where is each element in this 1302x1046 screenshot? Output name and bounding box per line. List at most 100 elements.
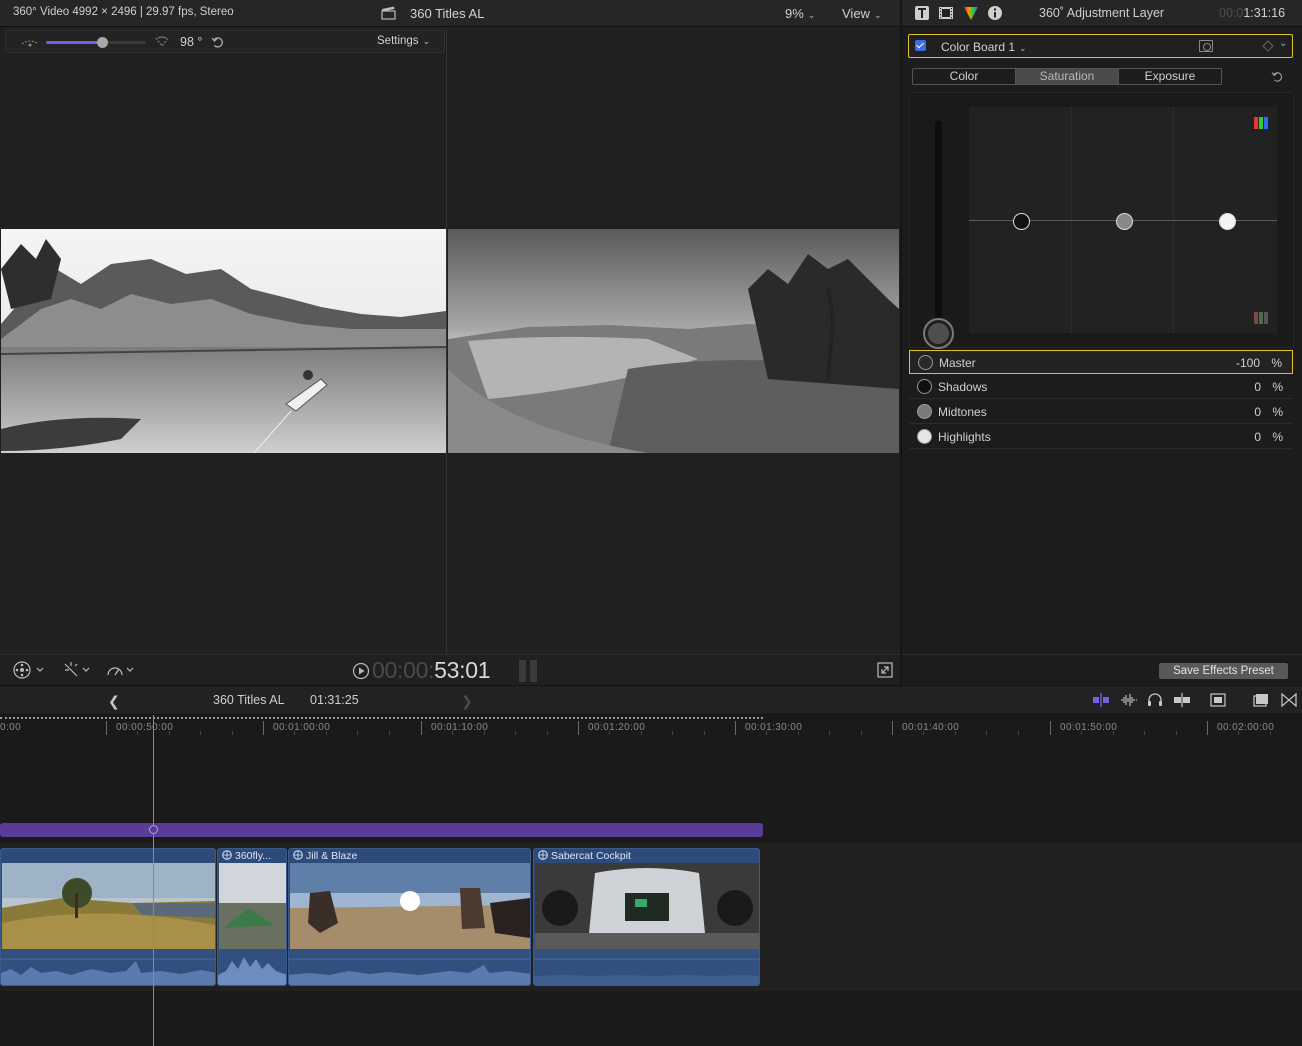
- fov-slider[interactable]: [46, 37, 146, 48]
- ruler-label: 00:02:00:00: [1217, 722, 1275, 733]
- clip-audio-waveform: [1, 949, 215, 985]
- tab-saturation[interactable]: Saturation: [1016, 69, 1119, 84]
- audio-skimming-icon[interactable]: [1120, 692, 1138, 708]
- playhead[interactable]: [153, 715, 154, 1046]
- param-row-shadows[interactable]: Shadows 0 %: [909, 375, 1293, 399]
- param-value[interactable]: -100: [1236, 356, 1260, 370]
- global-master-puck[interactable]: [923, 318, 954, 349]
- render-indicator: [0, 717, 763, 719]
- timeline-clip[interactable]: [0, 848, 216, 986]
- inspector-duration: 00:01:31:16: [1219, 6, 1285, 20]
- skimming-icon[interactable]: [1092, 692, 1110, 708]
- global-saturation-track[interactable]: [935, 121, 942, 336]
- ruler-minor-tick: [388, 731, 390, 735]
- clip-filmstrip-image: [219, 863, 286, 949]
- param-label: Shadows: [938, 380, 988, 394]
- param-row-highlights[interactable]: Highlights 0 %: [909, 425, 1293, 449]
- ruler-major-tick: [578, 721, 579, 735]
- clip-audio-waveform: [218, 949, 286, 985]
- view-options-icon[interactable]: [12, 661, 46, 679]
- timeline-clip[interactable]: 360fly...: [217, 848, 287, 986]
- clip-name: Sabercat Cockpit: [551, 850, 631, 862]
- color-board-grid[interactable]: [969, 107, 1277, 333]
- color-board-effect-header[interactable]: Color Board 1 ⌄ ⌄: [908, 34, 1293, 58]
- info-icon[interactable]: [987, 5, 1003, 21]
- ruler-label: 00:00:50:00: [116, 722, 174, 733]
- ruler-minor-tick: [672, 731, 674, 735]
- waveform-icon: [1, 958, 215, 985]
- retime-speed-icon[interactable]: [106, 661, 136, 679]
- zoom-menu[interactable]: 9% ⌄: [785, 6, 815, 21]
- fov-slider-knob[interactable]: [97, 37, 108, 48]
- param-value[interactable]: 0: [1254, 405, 1261, 419]
- 360-viewer-frame[interactable]: [1, 229, 446, 453]
- timeline-clip[interactable]: Sabercat Cockpit: [533, 848, 760, 986]
- midtones-swatch: [917, 404, 932, 419]
- solo-headphones-icon[interactable]: [1146, 692, 1164, 708]
- chevron-down-icon: ⌄: [1019, 43, 1027, 53]
- reset-icon[interactable]: [211, 35, 224, 49]
- ruler-major-tick: [1050, 721, 1051, 735]
- timecode-display[interactable]: 00:00:53:01: [352, 657, 491, 684]
- param-value[interactable]: 0: [1254, 430, 1261, 444]
- ruler-minor-tick: [546, 731, 548, 735]
- audio-meter-icon[interactable]: [518, 659, 539, 683]
- chevron-down-icon[interactable]: ⌄: [1279, 38, 1287, 49]
- wide-fov-icon: [21, 40, 39, 47]
- transitions-browser-icon[interactable]: [1280, 692, 1298, 708]
- ruler-label: 00:01:40:00: [902, 722, 960, 733]
- fov-slider-fill: [46, 41, 102, 44]
- tab-exposure[interactable]: Exposure: [1119, 69, 1221, 84]
- back-arrow-icon[interactable]: ❮: [108, 693, 120, 710]
- format-info[interactable]: 360° Video 4992 × 2496 | 29.97 fps, Ster…: [13, 6, 234, 18]
- chevron-down-icon: ⌄: [422, 36, 431, 46]
- param-value[interactable]: 0: [1254, 380, 1261, 394]
- video-inspector-icon[interactable]: [938, 5, 954, 21]
- master-swatch: [918, 355, 933, 370]
- mask-icon[interactable]: [1199, 40, 1213, 52]
- color-inspector-icon[interactable]: [963, 5, 979, 21]
- param-row-master[interactable]: Master -100 %: [909, 350, 1293, 374]
- clip-appearance-icon[interactable]: [1209, 692, 1227, 708]
- timeline-ruler[interactable]: 0:00 00:00:50:00 00:01:00:00 00:01:10:00…: [0, 715, 1302, 737]
- zoom-value: 9%: [785, 6, 804, 21]
- timeline-index-icon[interactable]: [1252, 692, 1270, 708]
- keyframe-icon[interactable]: [1262, 40, 1274, 52]
- midtones-puck[interactable]: [1116, 213, 1133, 230]
- ruler-major-tick: [1207, 721, 1208, 735]
- clapperboard-icon: [381, 6, 396, 20]
- reset-icon[interactable]: [1271, 70, 1284, 83]
- rgb-desaturated-icon: [1254, 312, 1268, 324]
- color-board-name: Color Board 1: [941, 40, 1016, 54]
- clip-thumbnail: [535, 863, 759, 949]
- clip-thumbnail: [290, 863, 530, 949]
- settings-menu[interactable]: Settings ⌄: [377, 35, 430, 47]
- transform-tool-icon[interactable]: [62, 661, 92, 679]
- timeline-clip[interactable]: Jill & Blaze: [288, 848, 531, 986]
- effect-enable-checkbox[interactable]: [915, 40, 926, 51]
- fullscreen-icon[interactable]: [877, 662, 893, 678]
- clip-name: 360fly...: [235, 850, 271, 862]
- save-effects-preset-button[interactable]: Save Effects Preset: [1159, 663, 1288, 679]
- ruler-minor-tick: [231, 731, 233, 735]
- tab-color[interactable]: Color: [913, 69, 1016, 84]
- waveform-icon: [218, 957, 286, 985]
- ruler-label: 00:01:20:00: [588, 722, 646, 733]
- shadows-puck[interactable]: [1013, 213, 1030, 230]
- highlights-puck[interactable]: [1219, 213, 1236, 230]
- title-inspector-icon[interactable]: [914, 5, 930, 21]
- forward-arrow-icon[interactable]: ❯: [461, 693, 473, 710]
- equirectangular-lake-image: [448, 229, 899, 453]
- adjustment-layer-clip[interactable]: [0, 823, 763, 837]
- view-menu[interactable]: View ⌄: [842, 6, 882, 21]
- color-board-menu[interactable]: Color Board 1 ⌄: [941, 40, 1027, 54]
- snapping-icon[interactable]: [1173, 692, 1191, 708]
- equirectangular-viewer-frame[interactable]: [448, 229, 899, 453]
- param-row-midtones[interactable]: Midtones 0 %: [909, 400, 1293, 424]
- color-board: [909, 92, 1294, 349]
- fov-value[interactable]: 98 °: [180, 35, 202, 49]
- ruler-minor-tick: [1017, 731, 1019, 735]
- clip-audio-waveform: [534, 949, 759, 985]
- param-label: Master: [939, 356, 976, 370]
- inspector: 360˚ Adjustment Layer 00:01:31:16 Color …: [901, 0, 1302, 685]
